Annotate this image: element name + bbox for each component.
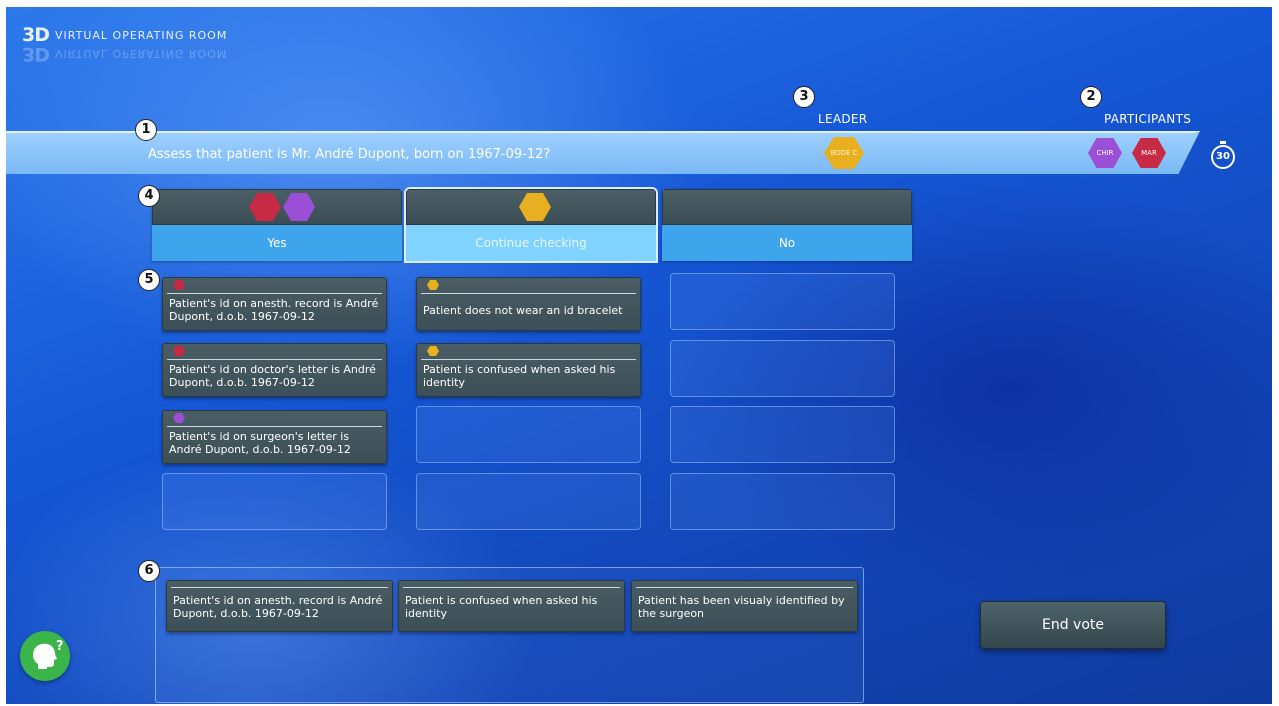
callout-4: 4 (138, 185, 160, 207)
leader-label: LEADER (818, 112, 868, 126)
logo-3d-reflection: 3D (22, 43, 49, 65)
callout-2: 2 (1080, 86, 1102, 108)
empty-slot[interactable] (670, 273, 895, 330)
leader-badge-label: BODE C (830, 149, 858, 157)
card-yes-3[interactable]: Patient's id on surgeon's letter is Andr… (162, 410, 387, 464)
vote-dot-red (173, 346, 185, 356)
card-text: Patient's id on surgeon's letter is Andr… (169, 430, 351, 456)
logo-title-reflection: VIRTUAL OPERATING ROOM (55, 47, 228, 61)
participants-label: PARTICIPANTS (1104, 112, 1192, 126)
end-vote-button[interactable]: End vote (980, 601, 1166, 649)
tray-card-2[interactable]: Patient is confused when asked his ident… (398, 580, 625, 632)
vote-dot-yellow (427, 280, 439, 290)
column-no-votes (662, 189, 912, 225)
callout-1: 1 (135, 119, 157, 141)
vote-hex-red (249, 193, 281, 221)
app-window: 3D VIRTUAL OPERATING ROOM 3D VIRTUAL OPE… (6, 7, 1272, 704)
column-continue-label: Continue checking (406, 225, 656, 261)
vote-dot-yellow (427, 346, 439, 356)
help-head-icon: ? (33, 639, 64, 669)
timer-value: 30 (1216, 151, 1230, 162)
column-yes-label: Yes (152, 225, 402, 261)
tray-card-text: Patient is confused when asked his ident… (405, 594, 598, 620)
stopwatch-icon: 30 (1211, 141, 1235, 169)
card-continue-2[interactable]: Patient is confused when asked his ident… (416, 343, 641, 397)
card-continue-1[interactable]: Patient does not wear an id bracelet (416, 277, 641, 331)
callout-5: 5 (138, 269, 160, 291)
svg-text:?: ? (56, 639, 64, 654)
empty-slot[interactable] (670, 473, 895, 530)
card-text: Patient's id on anesth. record is André … (169, 297, 379, 323)
logo-title: VIRTUAL OPERATING ROOM (55, 28, 228, 42)
vote-hex-yellow (519, 193, 551, 221)
logo-reflection: 3D VIRTUAL OPERATING ROOM (22, 43, 227, 65)
column-yes-votes (152, 189, 402, 225)
column-continue-votes (406, 189, 656, 225)
callout-6: 6 (138, 560, 160, 582)
question-text: Assess that patient is Mr. André Dupont,… (148, 147, 551, 162)
vote-hex-purple (283, 193, 315, 221)
card-yes-2[interactable]: Patient's id on doctor's letter is André… (162, 343, 387, 397)
tray-card-text: Patient has been visualy identified by t… (638, 594, 845, 620)
help-button[interactable]: ? (20, 631, 70, 681)
vote-dot-red (173, 280, 185, 290)
vote-dot-purple (173, 413, 185, 423)
column-no[interactable]: No (662, 189, 912, 261)
tray-card-3[interactable]: Patient has been visualy identified by t… (631, 580, 858, 632)
callout-3: 3 (793, 86, 815, 108)
empty-slot[interactable] (162, 473, 387, 530)
empty-slot[interactable] (670, 406, 895, 463)
question-bar-highlight (6, 132, 1196, 133)
tray-card-text: Patient's id on anesth. record is André … (173, 594, 383, 620)
empty-slot[interactable] (416, 406, 641, 463)
card-text: Patient's id on doctor's letter is André… (169, 363, 376, 389)
participant-badge-chir-label: CHIR (1096, 149, 1114, 157)
empty-slot[interactable] (670, 340, 895, 397)
participant-badge-mar-label: MAR (1141, 149, 1157, 157)
column-no-label: No (662, 225, 912, 261)
card-text: Patient does not wear an id bracelet (423, 304, 623, 317)
card-text: Patient is confused when asked his ident… (423, 363, 616, 389)
empty-slot[interactable] (416, 473, 641, 530)
column-continue-checking[interactable]: Continue checking (404, 187, 658, 263)
card-yes-1[interactable]: Patient's id on anesth. record is André … (162, 277, 387, 331)
app-logo: 3D VIRTUAL OPERATING ROOM 3D VIRTUAL OPE… (22, 24, 227, 65)
column-yes[interactable]: Yes (152, 189, 402, 261)
tray-card-1[interactable]: Patient's id on anesth. record is André … (166, 580, 393, 632)
